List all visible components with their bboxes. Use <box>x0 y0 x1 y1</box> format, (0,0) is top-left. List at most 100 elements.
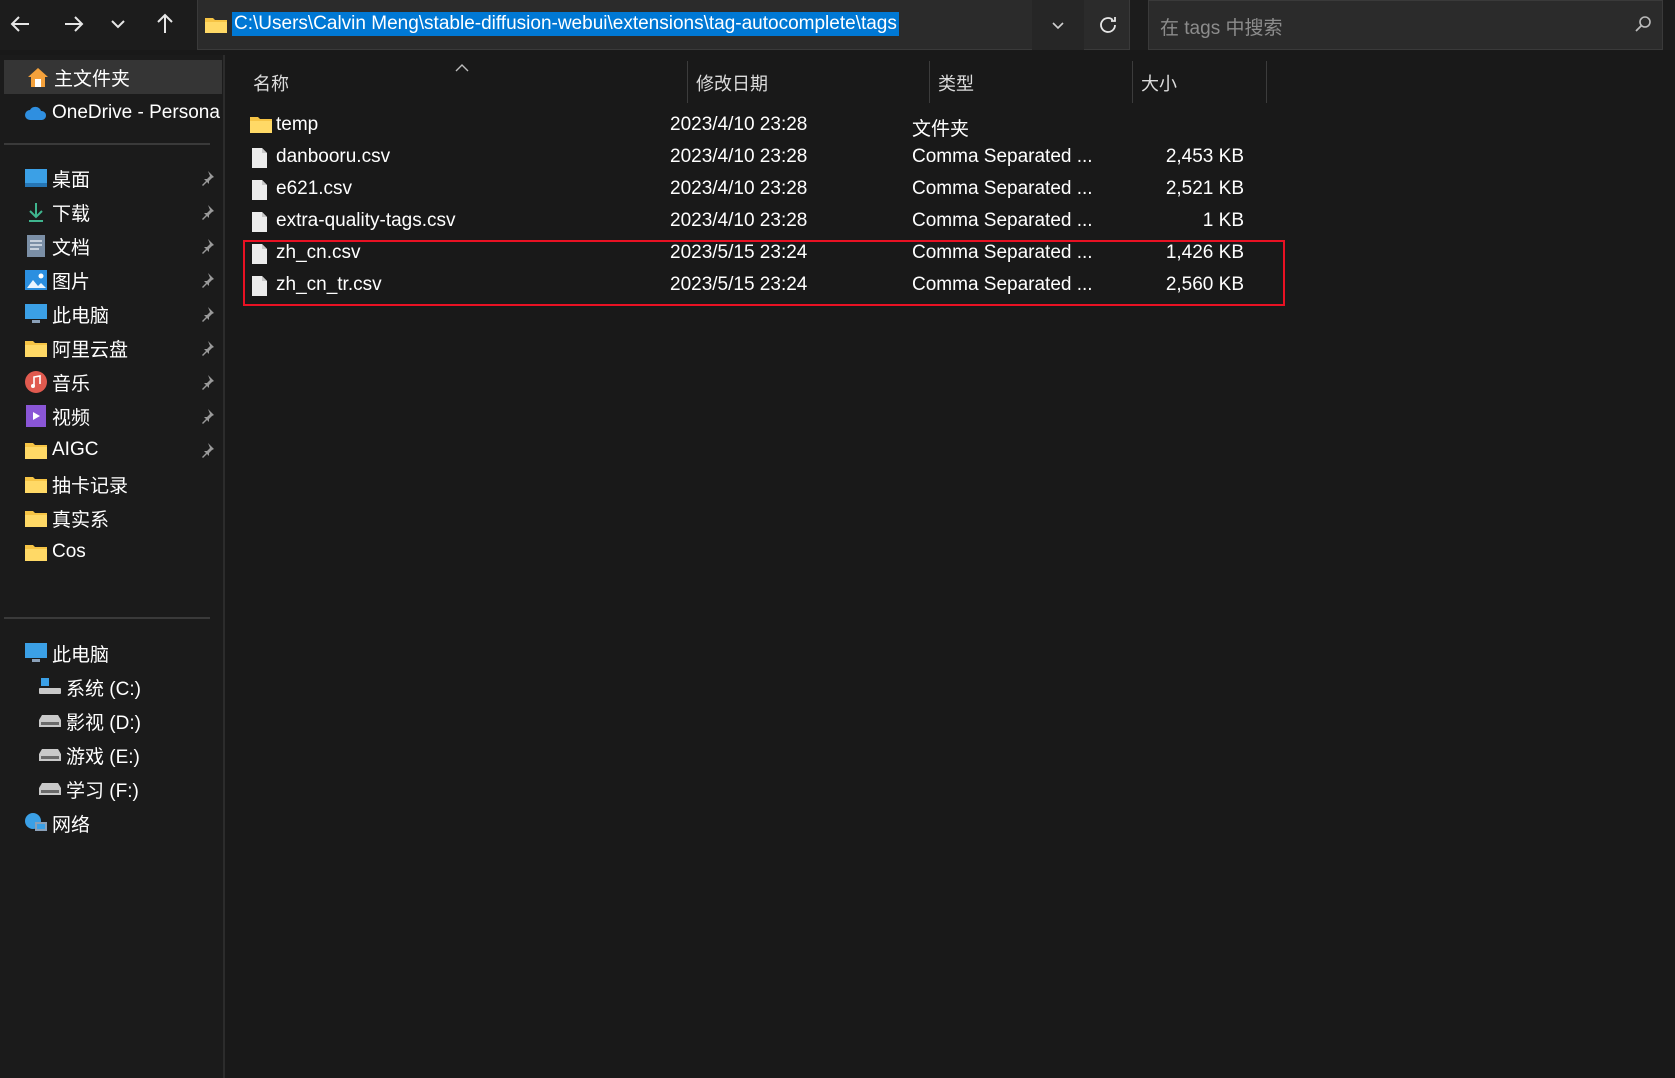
search-icon <box>1634 15 1652 38</box>
sidebar-item-drive-f[interactable]: 学习 (F:) <box>0 772 223 806</box>
file-name: danbooru.csv <box>276 146 391 167</box>
file-size: 1 KB <box>1202 210 1244 231</box>
sidebar-item-music[interactable]: 音乐 <box>0 365 223 399</box>
sort-ascending-icon <box>455 59 469 77</box>
column-header-modified[interactable]: 修改日期 <box>696 69 768 99</box>
chevron-down-icon <box>1052 22 1064 30</box>
folder-icon <box>249 115 273 141</box>
sidebar-item-gacha-records[interactable]: 抽卡记录 <box>0 467 223 501</box>
search-box[interactable]: 在 tags 中搜索 <box>1148 0 1663 50</box>
folder-icon <box>24 541 48 563</box>
sidebar-item-downloads[interactable]: 下载 <box>0 195 223 229</box>
sidebar-item-this-pc[interactable]: 此电脑 <box>0 636 223 670</box>
sidebar-item-aigc[interactable]: AIGC <box>0 433 223 467</box>
forward-button[interactable] <box>55 6 91 42</box>
refresh-button[interactable] <box>1084 0 1132 50</box>
column-header-size[interactable]: 大小 <box>1141 69 1177 99</box>
recent-locations-button[interactable] <box>100 6 136 42</box>
search-placeholder: 在 tags 中搜索 <box>1160 18 1283 39</box>
sidebar-item-documents[interactable]: 文档 <box>0 229 223 263</box>
pin-icon[interactable] <box>199 442 215 464</box>
arrow-right-icon <box>65 16 84 32</box>
sidebar-item-cos[interactable]: Cos <box>0 535 223 569</box>
file-row[interactable]: e621.csv 2023/4/10 23:28 Comma Separated… <box>249 174 1249 206</box>
sidebar-divider <box>4 617 210 619</box>
file-row[interactable]: danbooru.csv 2023/4/10 23:28 Comma Separ… <box>249 142 1249 174</box>
column-header-name[interactable]: 名称 <box>253 69 289 99</box>
column-divider[interactable] <box>1266 61 1267 103</box>
sidebar-item-label: 学习 (F:) <box>66 780 139 802</box>
computer-icon <box>24 642 48 664</box>
file-name: extra-quality-tags.csv <box>276 210 456 231</box>
sidebar-item-label: 网络 <box>52 814 91 836</box>
file-modified: 2023/4/10 23:28 <box>670 178 808 199</box>
sidebar-divider <box>4 143 210 145</box>
address-dropdown-button[interactable] <box>1032 0 1084 50</box>
sidebar-item-drive-d[interactable]: 影视 (D:) <box>0 704 223 738</box>
pin-icon[interactable] <box>199 306 215 328</box>
pin-icon[interactable] <box>199 374 215 396</box>
file-icon <box>249 211 269 239</box>
sidebar-item-network[interactable]: 网络 <box>0 806 223 840</box>
sidebar-item-onedrive[interactable]: OneDrive - Persona <box>0 96 223 130</box>
pin-icon[interactable] <box>199 272 215 294</box>
chevron-down-icon <box>111 20 125 29</box>
refresh-icon <box>1100 17 1116 33</box>
pin-icon[interactable] <box>199 238 215 260</box>
sidebar-item-realistic[interactable]: 真实系 <box>0 501 223 535</box>
pin-icon[interactable] <box>199 170 215 192</box>
sidebar-item-label: 文档 <box>52 237 91 259</box>
column-divider[interactable] <box>1132 61 1133 103</box>
videos-icon <box>24 405 48 427</box>
file-modified: 2023/4/10 23:28 <box>670 146 808 167</box>
sidebar-item-label: 游戏 (E:) <box>66 746 140 768</box>
sidebar-item-drive-e[interactable]: 游戏 (E:) <box>0 738 223 772</box>
file-type: Comma Separated ... <box>912 210 1093 231</box>
drive-icon <box>38 778 62 800</box>
toolbar: C:\Users\Calvin Meng\stable-diffusion-we… <box>0 0 1675 50</box>
address-bar[interactable]: C:\Users\Calvin Meng\stable-diffusion-we… <box>197 0 1130 50</box>
sidebar-item-aliyun[interactable]: 阿里云盘 <box>0 331 223 365</box>
pin-icon[interactable] <box>199 408 215 430</box>
sidebar-item-home[interactable]: 主文件夹 <box>4 60 222 94</box>
file-row[interactable]: temp 2023/4/10 23:28 文件夹 <box>249 110 1249 142</box>
file-name: temp <box>276 114 319 135</box>
column-divider[interactable] <box>929 61 930 103</box>
sidebar-item-label: 系统 (C:) <box>66 678 141 700</box>
navigation-pane: 主文件夹 OneDrive - Persona 桌面 下载 文档 图片 此电脑 … <box>0 55 225 1078</box>
sidebar-item-label: 桌面 <box>52 169 91 191</box>
file-type: 文件夹 <box>912 119 970 140</box>
file-icon <box>249 147 269 175</box>
documents-icon <box>24 235 48 257</box>
file-modified: 2023/4/10 23:28 <box>670 210 808 231</box>
sidebar-item-drive-c[interactable]: 系统 (C:) <box>0 670 223 704</box>
pin-icon[interactable] <box>199 340 215 362</box>
file-size: 2,453 KB <box>1165 146 1244 167</box>
sidebar-item-videos[interactable]: 视频 <box>0 399 223 433</box>
sidebar-item-label: 真实系 <box>52 509 110 531</box>
column-header-type[interactable]: 类型 <box>938 69 974 99</box>
drive-icon <box>38 744 62 766</box>
up-button[interactable] <box>147 6 183 42</box>
sidebar-item-this-pc-pinned[interactable]: 此电脑 <box>0 297 223 331</box>
file-name: e621.csv <box>276 178 353 199</box>
file-row[interactable]: extra-quality-tags.csv 2023/4/10 23:28 C… <box>249 206 1249 238</box>
folder-icon <box>24 507 48 529</box>
network-icon <box>24 812 48 834</box>
column-divider[interactable] <box>687 61 688 103</box>
sidebar-item-pictures[interactable]: 图片 <box>0 263 223 297</box>
sidebar-item-label: OneDrive - Persona <box>52 102 220 123</box>
annotation-highlight-box <box>243 240 1285 306</box>
address-path[interactable]: C:\Users\Calvin Meng\stable-diffusion-we… <box>232 12 899 36</box>
file-type: Comma Separated ... <box>912 146 1093 167</box>
sidebar-item-desktop[interactable]: 桌面 <box>0 161 223 195</box>
folder-icon <box>24 473 48 495</box>
file-list: 名称 修改日期 类型 大小 temp 2023/4/10 23:28 文件夹 d… <box>226 55 1675 1078</box>
file-modified: 2023/4/10 23:28 <box>670 114 808 135</box>
back-button[interactable] <box>3 6 39 42</box>
sidebar-item-label: 主文件夹 <box>54 68 131 90</box>
sidebar-item-label: 下载 <box>52 203 91 225</box>
drive-icon <box>38 710 62 732</box>
pin-icon[interactable] <box>199 204 215 226</box>
sidebar-item-label: 此电脑 <box>52 305 110 327</box>
